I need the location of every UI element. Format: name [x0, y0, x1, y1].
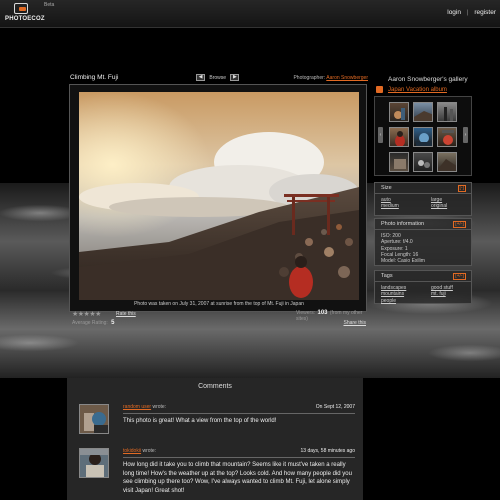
next-photo-button[interactable]: ▶ [230, 74, 240, 81]
login-link[interactable]: login [447, 9, 461, 16]
tag-link[interactable]: mountains [381, 291, 404, 297]
thumbnail[interactable] [413, 127, 433, 147]
thumbnail[interactable] [389, 152, 409, 172]
photo-info-title: Photo information [381, 221, 425, 227]
tag-link[interactable]: landscapes [381, 285, 406, 291]
auth-separator: | [466, 9, 469, 16]
gallery-title[interactable]: Aaron Snowberger's gallery [388, 76, 468, 83]
auth-links: login | register [443, 9, 496, 16]
comment-date: 13 days, 58 minutes ago [300, 448, 355, 454]
size-option[interactable]: original [431, 203, 447, 209]
comment-author: random user wrote: [123, 404, 166, 410]
comment-item: random user wrote: On Sept 12, 2007 This… [79, 404, 355, 438]
tags-title: Tags [381, 273, 393, 279]
size-panel: Size [-] auto large medium original [374, 182, 472, 216]
tag-link[interactable]: people [381, 298, 396, 304]
photographer-link[interactable]: Aaron Snowberger [326, 75, 368, 81]
browse-controls: ◀ Browse ▶ [196, 74, 240, 81]
mt-fuji-sunrise-image [79, 92, 359, 300]
comment-divider [123, 413, 355, 414]
prev-photo-button[interactable]: ◀ [196, 74, 205, 81]
size-panel-header[interactable]: Size [-] [375, 183, 471, 194]
size-panel-title: Size [381, 185, 392, 191]
register-link[interactable]: register [474, 9, 496, 16]
average-rating: Average Rating: 5 [72, 320, 115, 326]
tags-header[interactable]: Tags [+/-] [375, 271, 471, 282]
size-options: auto large medium original [375, 194, 471, 213]
thumbnail[interactable] [437, 127, 457, 147]
thumbs-prev-arrow[interactable]: ‹ [378, 127, 383, 143]
rate-this-link[interactable]: Rate this [116, 311, 136, 317]
avatar[interactable] [79, 448, 109, 478]
photo-frame: Photo was taken on July 31, 2007 at sunr… [69, 84, 367, 312]
size-option[interactable]: auto [381, 197, 391, 203]
comment-wrote: wrote: [152, 404, 167, 410]
thumbnail[interactable] [413, 152, 433, 172]
photographer-credit: Photographer: Aaron Snowberger [293, 75, 368, 81]
average-rating-label: Average Rating: [72, 320, 108, 326]
tags-panel: Tags [+/-] landscapes good stuff mountain… [374, 270, 472, 304]
logo-camera-icon [14, 3, 28, 14]
thumbnail[interactable] [437, 152, 457, 172]
avatar[interactable] [79, 404, 109, 434]
comment-author: tokidokii wrote: [123, 448, 156, 454]
photo-title: Climbing Mt. Fuji [70, 74, 119, 81]
photo-title-bar: Climbing Mt. Fuji ◀ Browse ▶ Photographe… [70, 74, 368, 84]
photo-meta-row: ★★★★★ Rate this Average Rating: 5 Viewer… [72, 310, 366, 328]
album-link[interactable]: Japan Vacation album [388, 87, 447, 93]
thumbnail[interactable] [437, 102, 457, 122]
thumbnail[interactable] [389, 102, 409, 122]
comment-divider [123, 457, 355, 458]
comment-text: How long did it take you to climb that m… [123, 462, 352, 494]
size-panel-toggle[interactable]: [-] [457, 185, 466, 192]
size-option[interactable]: medium [381, 203, 399, 209]
main-photo[interactable] [79, 92, 359, 300]
beta-label: Beta [44, 2, 55, 8]
photo-info-lines: ISO: 200 Aperture: f/4.0 Exposure: 1 Foc… [375, 230, 471, 267]
rss-icon[interactable] [376, 86, 383, 93]
comment-wrote: wrote: [142, 448, 157, 454]
photo-info-header[interactable]: Photo information [+/-] [375, 219, 471, 230]
comment-date: On Sept 12, 2007 [315, 404, 355, 410]
comments-title: Comments [198, 383, 232, 390]
photo-info-toggle[interactable]: [+/-] [453, 221, 466, 228]
photo-info-panel: Photo information [+/-] ISO: 200 Apertur… [374, 218, 472, 266]
average-rating-value: 5 [111, 320, 115, 326]
top-bar: PHOTOECOZ Beta login | register [0, 0, 500, 28]
thumbs-next-arrow[interactable]: › [463, 127, 468, 143]
exif-line: Model: Casio Exilim [381, 258, 425, 265]
thumbnail-strip: ‹ › [374, 96, 472, 176]
tag-link[interactable]: mt. fuji [431, 291, 446, 297]
comment-author-link[interactable]: random user [123, 404, 151, 410]
logo-text: PHOTOECOZ [5, 16, 45, 22]
thumbnail[interactable] [413, 102, 433, 122]
comment-author-link[interactable]: tokidokii [123, 448, 141, 454]
browse-label: Browse [209, 74, 227, 81]
rating-stars[interactable]: ★★★★★ [72, 310, 101, 318]
comments-section: Comments random user wrote: On Sept 12, … [67, 378, 363, 500]
share-this-link[interactable]: Share this [343, 320, 366, 326]
viewers-count: 103 [317, 310, 328, 316]
thumbnail[interactable] [389, 127, 409, 147]
site-logo[interactable]: PHOTOECOZ [5, 3, 45, 25]
tags-toggle[interactable]: [+/-] [453, 273, 466, 280]
comment-item: tokidokii wrote: 13 days, 58 minutes ago… [79, 448, 355, 498]
photo-caption: Photo was taken on July 31, 2007 at sunr… [134, 301, 304, 307]
photographer-label: Photographer: [293, 75, 326, 81]
tag-list: landscapes good stuff mountains mt. fuji p… [375, 282, 471, 307]
comment-text: This photo is great! What a view from th… [123, 418, 277, 424]
